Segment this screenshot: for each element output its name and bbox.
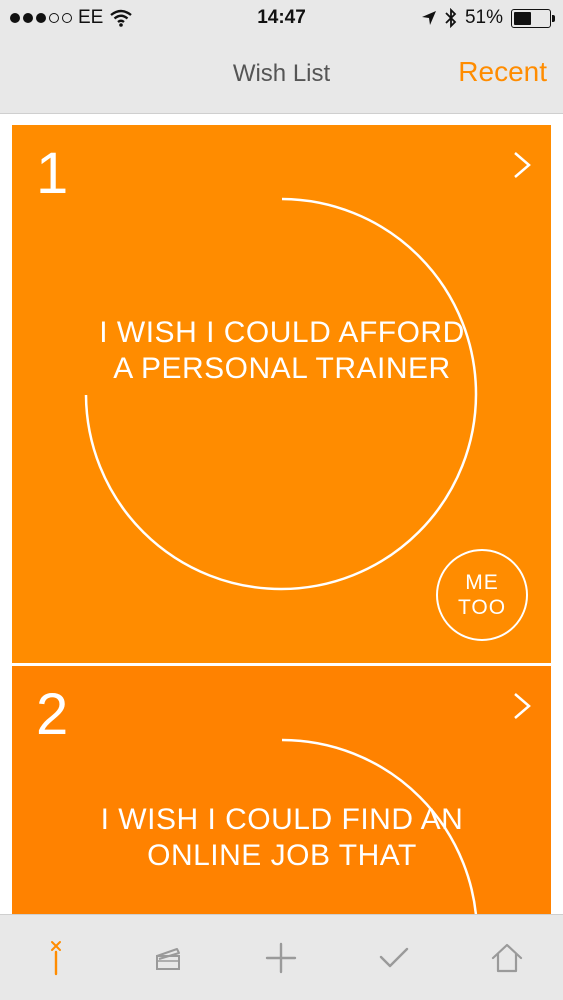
wish-feed[interactable]: 1 I WISH I COULD AFFORD A PERSONAL TRAIN…	[0, 114, 563, 914]
battery-percent: 51%	[464, 7, 503, 28]
location-arrow-icon	[421, 11, 436, 25]
bluetooth-icon	[445, 8, 457, 28]
navigation-bar: Wish List Recent	[0, 38, 563, 114]
wish-card[interactable]: 1 I WISH I COULD AFFORD A PERSONAL TRAIN…	[12, 125, 551, 663]
plus-icon	[265, 942, 297, 974]
tab-bar	[0, 914, 563, 1000]
recent-button[interactable]: Recent	[458, 56, 547, 88]
tab-wish-wand[interactable]	[0, 915, 112, 1000]
wish-rank: 1	[36, 141, 69, 206]
tab-add[interactable]	[225, 915, 337, 1000]
wish-text: I WISH I COULD AFFORD A PERSONAL TRAINER	[99, 316, 465, 385]
chevron-right-icon[interactable]	[511, 149, 533, 181]
home-icon	[491, 943, 523, 973]
battery-icon	[511, 8, 555, 28]
clapperboard-icon	[156, 948, 180, 970]
wish-rank: 2	[36, 682, 69, 747]
tab-home[interactable]	[451, 915, 563, 1000]
progress-ring	[281, 738, 478, 914]
battery-fill	[514, 11, 532, 25]
wish-text: I WISH I COULD FIND AN ONLINE JOB THAT	[100, 803, 464, 872]
checkmark-icon	[379, 947, 409, 968]
status-right-group: 51%	[421, 7, 555, 29]
tab-clapper[interactable]	[112, 915, 224, 1000]
status-bar: EE 14:47 51%	[0, 0, 563, 38]
chevron-right-icon[interactable]	[511, 690, 533, 722]
wand-icon	[51, 941, 61, 976]
wish-card[interactable]: 2 I WISH I COULD FIND AN ONLINE JOB THAT	[12, 666, 551, 914]
tab-granted[interactable]	[338, 915, 450, 1000]
me-too-button[interactable]: ME TOO	[436, 549, 528, 641]
